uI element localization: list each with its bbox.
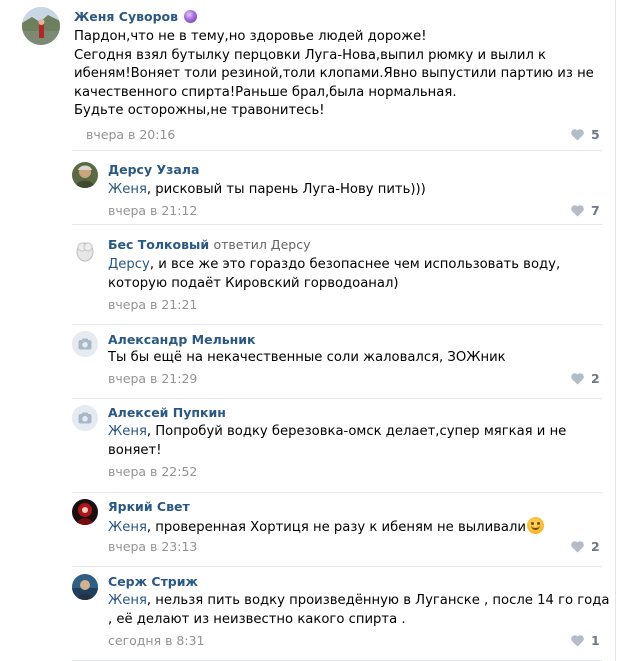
heart-icon [571,541,584,553]
comment-text: Женя, Попробуй водку березовка-омск дела… [108,423,566,460]
comment-date[interactable]: вчера в 21:21 [108,297,197,312]
avatar-photo [72,499,98,525]
comment: Женя Суворов Пардон,что не в тему,но здо… [0,0,615,151]
avatar[interactable] [72,237,98,263]
comment-author[interactable]: Александр Мельник [108,332,256,347]
text-line: воняет! [108,442,162,458]
reply-comment: Бес Толковый ответил Дерсу Дерсу, и все … [0,225,615,325]
like-button[interactable]: 1 [570,633,600,648]
comment-text: Женя, проверенная Хортиця не разу к ибен… [108,517,544,538]
avatar[interactable] [72,331,98,357]
like-button[interactable]: 5 [570,127,600,142]
comment-text: Ты бы ещё на некачественные соли жаловал… [108,349,506,368]
crystal-ball-icon [184,10,198,23]
text-line: Будьте осторожны,не травонитесь! [74,103,325,118]
mention-link[interactable]: Женя [108,182,147,197]
text-line: , рисковый ты парень Луга-Нову пить))) [146,182,426,197]
mention-link[interactable]: Дерсу [108,257,150,272]
text-line: , её делают из неизвестно какого спирта … [108,611,406,627]
text-line: , нельзя пить водку произведённую в Луга… [146,593,610,608]
like-count: 7 [591,203,600,218]
comment-date[interactable]: вчера в 21:29 [108,371,197,386]
avatar[interactable] [72,499,98,525]
text-line: ибеням!Воняет толи резиной,толи клопами.… [74,66,594,81]
text-line: которую подаёт Кировский горводоанал) [108,275,399,291]
comment-author[interactable]: Женя Суворов [74,9,198,24]
text-line: Пардон,что не в тему,но здоровье людей д… [74,29,427,44]
avatar[interactable] [72,405,98,431]
heart-icon [571,635,584,647]
like-button[interactable]: 7 [570,203,600,218]
comment-date[interactable]: сегодня в 8:31 [108,633,205,648]
reply-comment: Дерсу Узала Женя, рисковый ты парень Луг… [0,150,615,225]
text-line: , Попробуй водку березовка-омск делает,с… [146,424,567,439]
text-line: качественного спирта!Раньше брал,была но… [74,84,457,100]
like-count: 1 [591,633,600,648]
avatar[interactable] [22,7,60,45]
text-line: , и все же это гораздо безопаснее чем ис… [149,257,561,272]
reply-to-label[interactable]: ответил Дерсу [213,237,310,252]
author-name[interactable]: Женя Суворов [74,9,178,24]
like-count: 2 [591,371,600,386]
mention-link[interactable]: Женя [108,520,147,535]
text-line: Ты бы ещё на некачественные соли жаловал… [108,350,506,365]
comment-text: Пардон,что не в тему,но здоровье людей д… [74,28,594,121]
comment-date[interactable]: вчера в 23:13 [108,539,197,554]
avatar[interactable] [72,574,98,600]
camera-icon [72,405,98,431]
avatar-photo [72,162,98,188]
reply-comment: Алексей Пупкин Женя, Попробуй водку бере… [0,399,615,493]
comment-text: Женя, нельзя пить водку произведённую в … [108,592,609,629]
comment-text: Дерсу, и все же это гораздо безопаснее ч… [108,256,560,293]
comment-author[interactable]: Алексей Пупкин [108,405,226,420]
reply-comment: Александр Мельник Ты бы ещё на некачеств… [0,325,615,399]
like-count: 5 [591,127,600,142]
avatar-photo [72,574,98,600]
text-line: , проверенная Хортиця не разу к ибеням н… [146,520,526,535]
comment-author[interactable]: Бес Толковый ответил Дерсу [108,237,310,252]
comment-author[interactable]: Серж Стриж [108,574,198,589]
heart-icon [571,205,584,217]
heart-icon [571,373,584,385]
smiling-face-icon [527,517,544,534]
mention-link[interactable]: Женя [108,424,147,439]
reply-comment: Серж Стриж Женя, нельзя пить водку произ… [0,567,615,661]
avatar-photo [22,7,60,45]
like-count: 2 [591,539,600,554]
comment-author[interactable]: Яркий Свет [108,499,190,514]
comment-date[interactable]: вчера в 20:16 [86,127,175,142]
reply-comment: Яркий Свет Женя, проверенная Хортиця не … [0,493,615,567]
frame-border [615,0,616,661]
comment-date[interactable]: вчера в 21:12 [108,203,197,218]
author-name[interactable]: Бес Толковый [108,237,209,252]
comment-date[interactable]: вчера в 22:52 [108,464,197,479]
mention-link[interactable]: Женя [108,593,147,608]
camera-icon [72,331,98,357]
heart-icon [571,129,584,141]
avatar-photo [72,237,98,263]
like-button[interactable]: 2 [570,539,600,554]
comment-text: Женя, рисковый ты парень Луга-Нову пить)… [108,181,426,200]
avatar[interactable] [72,162,98,188]
comment-author[interactable]: Дерсу Узала [108,162,199,177]
text-line: Сегодня взял бутылку перцовки Луга-Нова,… [74,47,547,63]
like-button[interactable]: 2 [570,371,600,386]
